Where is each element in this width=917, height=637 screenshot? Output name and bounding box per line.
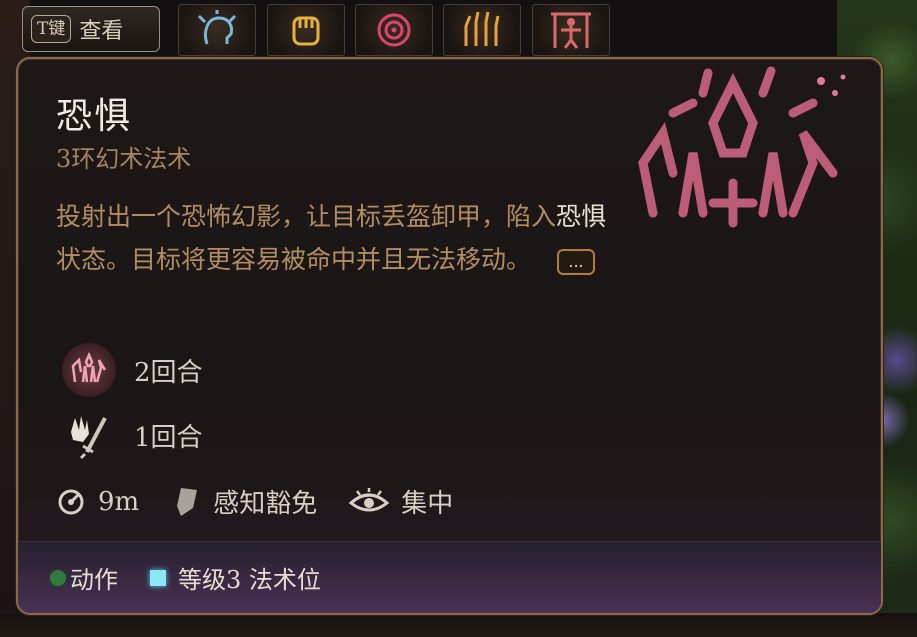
action-resource-icon bbox=[50, 569, 66, 586]
spell-subtitle: 3环幻术法术 bbox=[56, 145, 192, 173]
hotbar-slot-flame[interactable] bbox=[443, 4, 521, 56]
range-value: 9m bbox=[98, 486, 140, 517]
effect-duration: 1回合 bbox=[134, 422, 203, 453]
hotbar-slot-spiral[interactable] bbox=[355, 4, 433, 56]
fear-spell-emblem-icon bbox=[638, 66, 846, 228]
effect-duration: 2回合 bbox=[134, 357, 203, 388]
scene-background-bottom bbox=[0, 613, 917, 637]
spell-title: 恐惧 bbox=[56, 96, 133, 137]
range-icon bbox=[58, 489, 84, 514]
description-text-cont: 状态。目标将更容易被命中并且无法移动。 bbox=[56, 245, 532, 274]
range-stat: 9m bbox=[56, 487, 139, 517]
spell-slot-label: 等级3 法术位 bbox=[178, 566, 321, 594]
effect-row-fear: 2回合 bbox=[62, 343, 203, 397]
spell-stats: 9m 感知豁免 集中 bbox=[56, 483, 485, 520]
mind-head-icon bbox=[197, 10, 237, 45]
cost-footer: 动作 等级3 法术位 bbox=[18, 541, 881, 613]
hotkey-badge: T键 bbox=[31, 15, 72, 43]
shield-icon bbox=[177, 487, 198, 516]
action-cost-label: 动作 bbox=[70, 566, 118, 594]
concentration-value: 集中 bbox=[401, 489, 454, 519]
fear-keyword-link[interactable]: 恐惧 bbox=[556, 202, 606, 231]
spiral-icon bbox=[377, 13, 411, 47]
drop-weapon-icon bbox=[62, 408, 116, 462]
effect-row-drop-weapon: 1回合 bbox=[62, 408, 203, 462]
bound-figure-icon bbox=[551, 12, 591, 49]
game-screen: T键 查看 恐惧 3环幻术法术 投射出一个恐怖幻影，让目标丢盔卸甲，陷入恐惧状态… bbox=[0, 0, 917, 637]
peek-label: 查看 bbox=[79, 19, 124, 44]
description-text: 投射出一个恐怖幻影，让目标丢盔卸甲，陷入 bbox=[56, 202, 557, 231]
hotbar-slot-bound[interactable] bbox=[532, 4, 610, 56]
eye-icon bbox=[349, 487, 390, 511]
concentration-stat: 集中 bbox=[349, 483, 453, 520]
spell-tooltip: 恐惧 3环幻术法术 投射出一个恐怖幻影，让目标丢盔卸甲，陷入恐惧状态。目标将更容… bbox=[16, 57, 883, 615]
fear-condition-icon bbox=[62, 343, 116, 397]
saving-throw-value: 感知豁免 bbox=[213, 489, 318, 519]
flame-hands-icon bbox=[464, 11, 500, 46]
more-info-button[interactable]: ... bbox=[557, 248, 596, 275]
fist-icon bbox=[292, 16, 320, 46]
spell-slot-icon bbox=[150, 569, 166, 586]
peek-button[interactable]: T键 查看 bbox=[22, 6, 160, 52]
saving-throw-stat: 感知豁免 bbox=[171, 483, 317, 520]
spell-description: 投射出一个恐怖幻影，让目标丢盔卸甲，陷入恐惧状态。目标将更容易被命中并且无法移动… bbox=[56, 195, 616, 281]
hotbar-slot-fist[interactable] bbox=[267, 4, 345, 56]
hotbar-slot-mind[interactable] bbox=[178, 4, 256, 56]
